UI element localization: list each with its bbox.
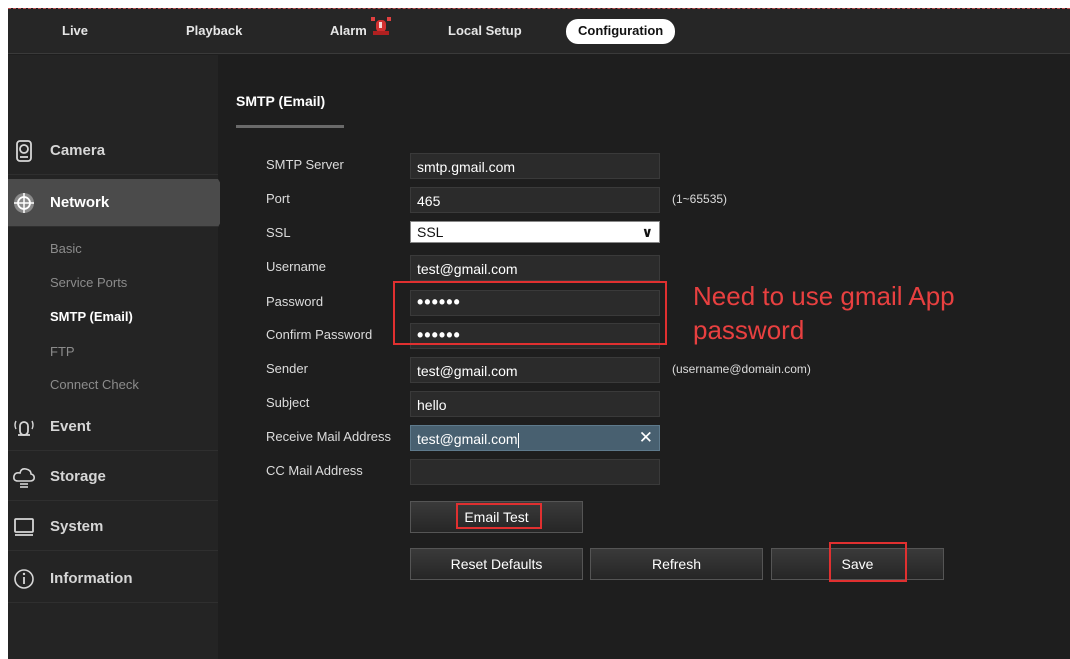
subject-label: Subject bbox=[266, 395, 310, 410]
network-icon bbox=[14, 193, 34, 213]
annotation-line-2: password bbox=[693, 315, 805, 345]
sidebar-subitem-basic[interactable]: Basic bbox=[50, 241, 82, 256]
refresh-button[interactable]: Refresh bbox=[590, 548, 763, 580]
email-test-annotation-box bbox=[456, 503, 542, 529]
ssl-label: SSL bbox=[266, 225, 291, 240]
tab-live[interactable]: Live bbox=[62, 23, 88, 38]
smtp-server-label: SMTP Server bbox=[266, 157, 344, 172]
reset-defaults-label: Reset Defaults bbox=[450, 556, 543, 572]
sidebar-label-camera: Camera bbox=[50, 142, 106, 159]
chevron-down-icon: ∨ bbox=[641, 224, 653, 240]
port-input[interactable]: 465 bbox=[410, 187, 660, 213]
reset-defaults-button[interactable]: Reset Defaults bbox=[410, 548, 583, 580]
username-input[interactable]: test@gmail.com bbox=[410, 255, 660, 281]
sidebar-item-network[interactable]: Network bbox=[8, 179, 232, 227]
sidebar-label-storage: Storage bbox=[50, 468, 106, 485]
sidebar-subitem-connect-check[interactable]: Connect Check bbox=[50, 377, 139, 392]
username-label: Username bbox=[266, 259, 326, 274]
storage-icon bbox=[13, 468, 35, 488]
tab-alarm[interactable]: Alarm bbox=[330, 23, 367, 38]
sidebar-subitem-smtp[interactable]: SMTP (Email) bbox=[50, 309, 133, 324]
system-icon bbox=[14, 518, 34, 536]
ssl-select[interactable]: SSL ∨ bbox=[410, 221, 660, 243]
title-underline bbox=[236, 125, 344, 128]
sender-format-hint: (username@domain.com) bbox=[672, 362, 811, 376]
app-frame: Live Playback Alarm Local Setup Configur… bbox=[8, 8, 1070, 659]
port-range-hint: (1~65535) bbox=[672, 192, 728, 206]
sidebar-item-system[interactable]: System bbox=[8, 503, 218, 551]
ssl-selected-value: SSL bbox=[417, 224, 444, 240]
sidebar-item-event[interactable]: Event bbox=[8, 403, 218, 451]
subject-input[interactable]: hello bbox=[410, 391, 660, 417]
sidebar-label-information: Information bbox=[50, 570, 133, 587]
port-label: Port bbox=[266, 191, 290, 206]
main-panel: SMTP (Email) SMTP Server smtp.gmail.com … bbox=[220, 55, 1070, 659]
sidebar-item-storage[interactable]: Storage bbox=[8, 453, 218, 501]
top-nav: Live Playback Alarm Local Setup Configur… bbox=[8, 9, 1070, 54]
sidebar-label-system: System bbox=[50, 518, 104, 535]
receive-mail-input[interactable]: test@gmail.com ✕ bbox=[410, 425, 660, 451]
save-annotation-box bbox=[829, 542, 907, 582]
page-title: SMTP (Email) bbox=[236, 93, 326, 109]
sender-label: Sender bbox=[266, 361, 308, 376]
sidebar-label-event: Event bbox=[50, 418, 91, 435]
cc-mail-label: CC Mail Address bbox=[266, 463, 363, 478]
password-label: Password bbox=[266, 294, 324, 309]
sidebar: Camera Network Basic Service Ports SMTP … bbox=[8, 55, 232, 659]
cc-mail-input[interactable] bbox=[410, 459, 660, 485]
sidebar-item-camera[interactable]: Camera bbox=[8, 127, 218, 175]
sidebar-label-network: Network bbox=[50, 194, 110, 211]
tab-configuration[interactable]: Configuration bbox=[566, 19, 676, 44]
tab-playback[interactable]: Playback bbox=[186, 23, 242, 38]
annotation-note: Need to use gmail App password bbox=[693, 279, 1033, 347]
tab-local-setup[interactable]: Local Setup bbox=[448, 23, 522, 38]
receive-mail-value: test@gmail.com bbox=[417, 431, 518, 447]
smtp-server-input[interactable]: smtp.gmail.com bbox=[410, 153, 660, 179]
annotation-line-1: Need to use gmail App bbox=[693, 281, 955, 311]
text-caret bbox=[517, 432, 519, 448]
refresh-label: Refresh bbox=[651, 556, 702, 572]
event-icon bbox=[14, 420, 34, 436]
confirm-password-label: Confirm Password bbox=[266, 327, 373, 342]
sidebar-subitem-ftp[interactable]: FTP bbox=[50, 344, 75, 359]
information-icon bbox=[14, 569, 34, 589]
sender-input[interactable]: test@gmail.com bbox=[410, 357, 660, 383]
sidebar-subitem-service-ports[interactable]: Service Ports bbox=[50, 275, 127, 290]
clear-icon[interactable]: ✕ bbox=[639, 428, 653, 448]
receive-mail-label: Receive Mail Address bbox=[266, 429, 391, 444]
password-annotation-box bbox=[393, 281, 667, 345]
sidebar-item-information[interactable]: Information bbox=[8, 555, 218, 603]
alarm-icon[interactable] bbox=[370, 17, 392, 37]
camera-icon bbox=[16, 140, 32, 162]
